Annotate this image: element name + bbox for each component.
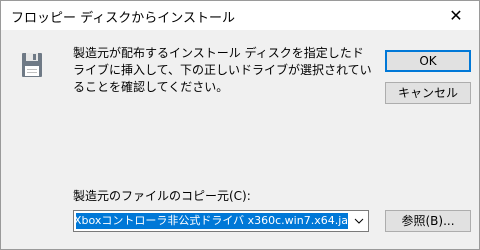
chevron-down-icon (354, 218, 364, 224)
floppy-disk-icon (22, 53, 42, 77)
title-bar: フロッピー ディスクからインストール ✕ (1, 1, 479, 30)
instruction-message: 製造元が配布するインストール ディスクを指定したドライブに挿入して、下の正しいド… (73, 46, 372, 94)
ok-button[interactable]: OK (385, 50, 471, 72)
close-button[interactable]: ✕ (433, 1, 479, 30)
browse-button[interactable]: 参照(B)... (385, 210, 471, 232)
install-from-disk-dialog: フロッピー ディスクからインストール ✕ 製造元が配布するインストール ディスク… (0, 0, 480, 250)
close-icon: ✕ (449, 6, 463, 25)
dropdown-button[interactable] (350, 211, 368, 231)
copy-from-combobox[interactable]: nloads¥Xboxコントローラ非公式ドライバ x360c.win7.x64.… (73, 210, 369, 232)
copy-from-label: 製造元のファイルのコピー元(C): (73, 189, 251, 203)
copy-from-value: nloads¥Xboxコントローラ非公式ドライバ x360c.win7.x64.… (76, 214, 348, 227)
cancel-button[interactable]: キャンセル (385, 82, 471, 104)
window-title: フロッピー ディスクからインストール (11, 11, 235, 26)
copy-from-input[interactable]: nloads¥Xboxコントローラ非公式ドライバ x360c.win7.x64.… (76, 213, 348, 229)
